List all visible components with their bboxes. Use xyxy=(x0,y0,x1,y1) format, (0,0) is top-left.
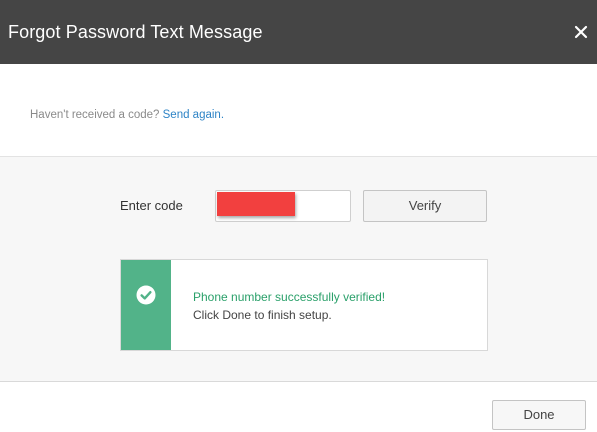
success-stripe xyxy=(121,260,171,350)
redaction-mark xyxy=(217,192,295,216)
success-subtext: Click Done to finish setup. xyxy=(193,308,332,322)
verify-button[interactable]: Verify xyxy=(363,190,487,222)
done-button[interactable]: Done xyxy=(492,400,586,430)
resend-prompt: Haven't received a code? xyxy=(30,109,160,121)
close-icon[interactable] xyxy=(571,22,591,42)
enter-code-label: Enter code xyxy=(120,198,183,213)
dialog-title: Forgot Password Text Message xyxy=(8,22,263,42)
success-title: Phone number successfully verified! xyxy=(193,290,386,304)
dialog-titlebar: Forgot Password Text Message xyxy=(0,0,597,64)
resend-row: Haven't received a code? Send again. xyxy=(30,108,224,122)
success-message-box: Phone number successfully verified! Clic… xyxy=(120,259,488,351)
forgot-password-dialog: Forgot Password Text Message Haven't rec… xyxy=(0,0,597,432)
check-circle-icon xyxy=(136,285,156,305)
send-again-link[interactable]: Send again. xyxy=(163,109,224,121)
